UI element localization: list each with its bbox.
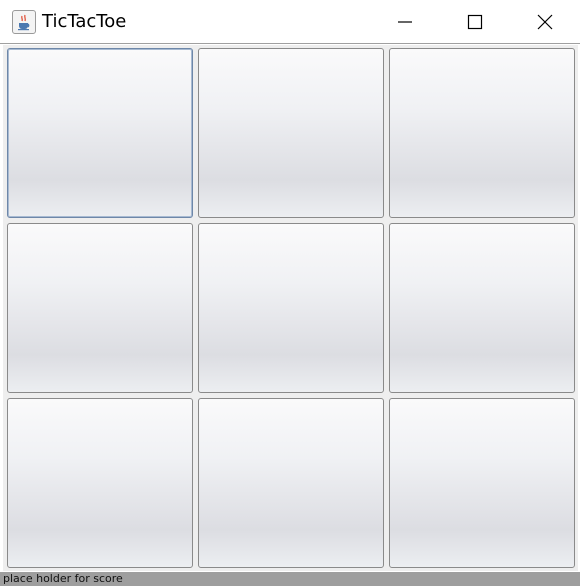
board-cell-7[interactable] [7,398,193,568]
game-board [3,45,578,571]
minimize-icon [398,21,412,23]
board-cell-8[interactable] [198,398,384,568]
window-title: TicTacToe [42,11,127,32]
tictactoe-window: TicTacToe place holder for score [0,0,580,586]
board-cell-2[interactable] [198,48,384,218]
board-cell-6[interactable] [389,223,575,393]
board-cell-3[interactable] [389,48,575,218]
title-bar[interactable]: TicTacToe [0,0,580,44]
board-cell-5[interactable] [198,223,384,393]
close-button[interactable] [510,0,580,44]
minimize-button[interactable] [370,0,440,44]
java-cup-icon[interactable] [12,10,36,34]
score-label: place holder for score [3,572,123,585]
board-cell-9[interactable] [389,398,575,568]
status-bar: place holder for score [0,572,580,586]
maximize-icon [467,14,483,30]
board-cell-1[interactable] [7,48,193,218]
close-icon [537,14,553,30]
maximize-button[interactable] [440,0,510,44]
board-cell-4[interactable] [7,223,193,393]
